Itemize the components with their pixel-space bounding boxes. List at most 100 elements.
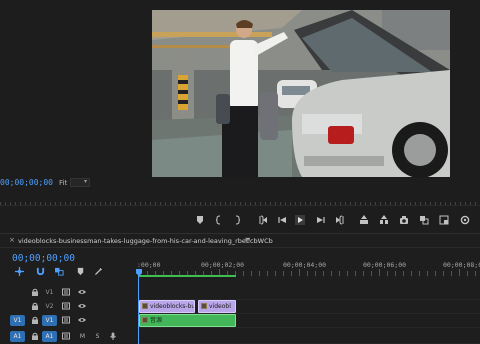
source-patch[interactable]: V1 (10, 315, 25, 326)
track-lane[interactable] (137, 329, 480, 344)
video-clip[interactable]: videoblocks-busi (139, 300, 195, 313)
lift-icon[interactable] (357, 213, 371, 227)
scrub-tick (230, 202, 231, 205)
scrub-tick (80, 202, 81, 205)
extract-icon[interactable] (377, 213, 391, 227)
video-clip[interactable]: videobl (198, 300, 236, 313)
panel-menu-icon[interactable]: ≡ (244, 235, 251, 244)
scrub-tick (340, 202, 341, 205)
scrub-tick (390, 202, 391, 205)
timeline-timecode[interactable]: 00;00;00;00 (12, 253, 75, 264)
mark-in-icon[interactable] (212, 213, 226, 227)
ruler-tick (307, 271, 308, 276)
lock-icon[interactable] (30, 287, 39, 297)
monitor-scrub-bar[interactable] (0, 196, 480, 206)
scrub-tick (365, 202, 366, 205)
compare-icon[interactable] (417, 213, 431, 227)
lock-icon[interactable] (30, 301, 39, 311)
scrub-tick (115, 202, 116, 205)
mark-out-icon[interactable] (230, 213, 244, 227)
solo-button[interactable]: S (93, 331, 102, 341)
ruler-label: 00;00;06;00 (363, 261, 407, 269)
scrub-tick (25, 202, 26, 205)
go-to-in-icon[interactable] (256, 213, 270, 227)
play-icon[interactable] (293, 213, 307, 227)
time-ruler[interactable]: :00;00 00;00;02;00 00;00;04;00 00;00;06;… (137, 255, 480, 277)
track-lane[interactable]: videoblocks-busi videobl (137, 299, 480, 314)
scrub-tick (200, 202, 201, 205)
eye-icon[interactable] (77, 301, 86, 311)
add-marker-icon[interactable] (193, 213, 207, 227)
scrub-tick (185, 202, 186, 205)
track-target[interactable]: V1 (42, 287, 57, 298)
export-frame-icon[interactable] (397, 213, 411, 227)
track-target[interactable]: A1 (42, 331, 57, 342)
scrub-tick (415, 202, 416, 205)
ruler-tick (275, 271, 276, 276)
lock-icon[interactable] (30, 331, 39, 341)
track-lane[interactable] (137, 285, 480, 300)
playhead-line (138, 275, 139, 344)
scrub-tick (100, 202, 101, 205)
scrub-tick (330, 202, 331, 205)
scrub-tick (440, 202, 441, 205)
clip-label: videobl (209, 303, 231, 310)
ruler-label: 00;00;04;00 (283, 261, 327, 269)
scrub-tick (95, 202, 96, 205)
source-patch[interactable]: A1 (10, 331, 25, 342)
zoom-dropdown[interactable]: ▾ (70, 178, 90, 187)
settings-icon[interactable] (458, 213, 472, 227)
scrub-tick (125, 202, 126, 205)
snap-icon[interactable] (35, 266, 45, 276)
scrub-tick (370, 202, 371, 205)
scrub-tick (260, 202, 261, 205)
microphone-icon[interactable] (108, 331, 117, 341)
ruler-tick (379, 269, 380, 276)
nest-icon[interactable] (14, 266, 24, 276)
sync-lock-icon[interactable] (61, 287, 70, 297)
go-to-out-icon[interactable] (333, 213, 347, 227)
video-still (152, 10, 450, 177)
scrub-tick (355, 202, 356, 205)
scrub-tick (50, 202, 51, 205)
video-frame[interactable] (152, 10, 450, 177)
scrub-tick (70, 202, 71, 205)
scrub-tick (375, 202, 376, 205)
track-target[interactable]: V2 (42, 301, 57, 312)
ruler-tick (331, 271, 332, 276)
scrub-tick (30, 202, 31, 205)
chevron-down-icon: ▾ (83, 178, 87, 185)
track-row-v2: V2 videoblocks-busi videobl (0, 299, 480, 314)
scrub-tick (175, 202, 176, 205)
scrub-tick (150, 202, 151, 205)
step-back-icon[interactable] (275, 213, 289, 227)
eye-icon[interactable] (77, 315, 86, 325)
sync-lock-icon[interactable] (61, 331, 70, 341)
track-target[interactable]: V1 (42, 315, 57, 326)
audio-clip[interactable]: 音源 (139, 314, 236, 327)
linked-selection-icon[interactable] (54, 266, 64, 276)
mute-button[interactable]: M (78, 331, 87, 341)
ruler-tick (251, 271, 252, 276)
lock-icon[interactable] (30, 315, 39, 325)
eye-icon[interactable] (77, 287, 86, 297)
track-header: V1 (0, 285, 137, 300)
work-area-bar[interactable] (139, 275, 236, 277)
scrub-tick (315, 202, 316, 205)
close-icon[interactable]: × (9, 236, 15, 244)
scrub-tick (430, 202, 431, 205)
track-lane[interactable]: 音源 (137, 313, 480, 328)
transport-controls (0, 211, 480, 231)
wrench-icon[interactable] (93, 266, 103, 276)
program-timecode[interactable]: 00;00;00;00 (0, 178, 53, 187)
sequence-tab[interactable]: × videoblocks-businessman-takes-luggage-… (0, 234, 480, 248)
ruler-tick (259, 271, 260, 276)
sync-lock-icon[interactable] (61, 315, 70, 325)
scrub-tick (450, 202, 451, 205)
sync-lock-icon[interactable] (61, 301, 70, 311)
sequence-title: videoblocks-businessman-takes-luggage-fr… (18, 237, 273, 245)
add-marker-icon[interactable] (75, 266, 85, 276)
scrub-tick (320, 202, 321, 205)
step-forward-icon[interactable] (314, 213, 328, 227)
insert-icon[interactable] (437, 213, 451, 227)
